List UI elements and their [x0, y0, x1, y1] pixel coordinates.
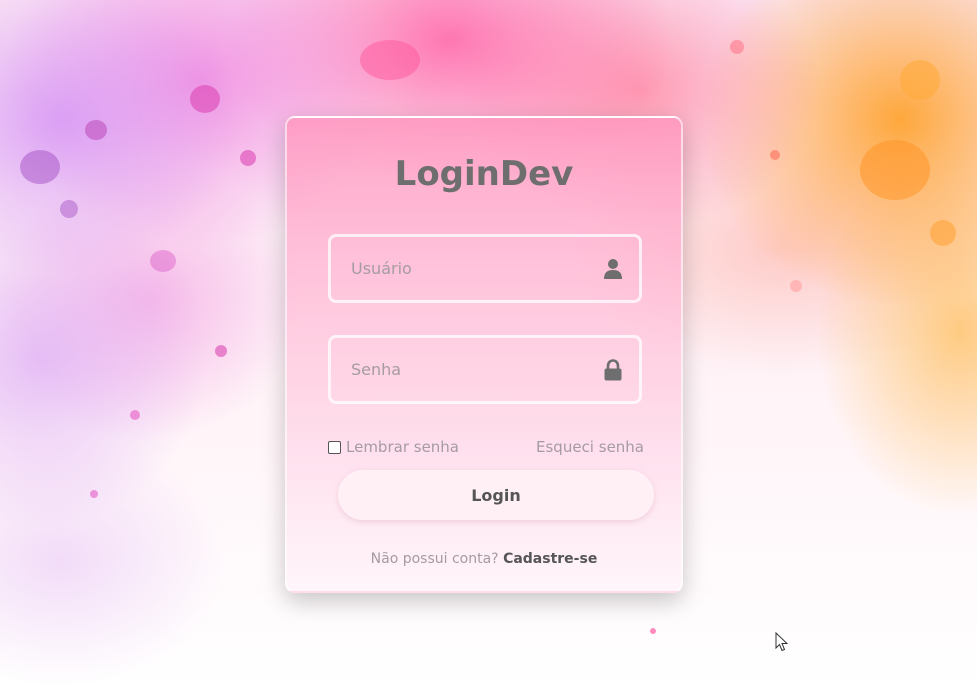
paint-splatter: [730, 40, 744, 54]
app-title: LoginDev: [394, 154, 574, 194]
paint-splatter: [60, 200, 78, 218]
lock-icon: [604, 358, 622, 380]
username-field[interactable]: [328, 234, 642, 303]
paint-splatter: [240, 150, 256, 166]
paint-splatter: [130, 410, 140, 420]
username-input[interactable]: [331, 237, 639, 300]
signup-prompt-text: Não possui conta?: [370, 551, 504, 567]
remember-password[interactable]: Lembrar senha: [328, 438, 459, 456]
login-card: LoginDev Lembrar senha Esqueci senha Log…: [285, 116, 683, 593]
signup-prompt: Não possui conta? Cadastre-se: [287, 551, 681, 567]
paint-splatter: [20, 150, 60, 184]
login-button[interactable]: Login: [338, 470, 654, 520]
paint-splatter: [930, 220, 956, 246]
paint-splatter: [360, 40, 420, 80]
paint-splatter: [650, 628, 656, 634]
paint-splatter: [85, 120, 107, 140]
form-options: Lembrar senha Esqueci senha: [328, 438, 644, 460]
paint-splatter: [860, 140, 930, 200]
paint-splatter: [215, 345, 227, 357]
remember-label: Lembrar senha: [346, 438, 459, 456]
password-field[interactable]: [328, 335, 642, 404]
signup-link[interactable]: Cadastre-se: [503, 551, 597, 567]
password-input[interactable]: [331, 338, 639, 401]
paint-splatter: [770, 150, 780, 160]
paint-splatter: [150, 250, 176, 272]
forgot-password-link[interactable]: Esqueci senha: [536, 438, 644, 456]
paint-splatter: [900, 60, 940, 100]
paint-splatter: [790, 280, 802, 292]
user-icon: [604, 258, 622, 279]
paint-splatter: [190, 85, 220, 113]
remember-checkbox[interactable]: [328, 440, 341, 454]
mouse-cursor-icon: [775, 632, 789, 652]
paint-splatter: [90, 490, 98, 498]
